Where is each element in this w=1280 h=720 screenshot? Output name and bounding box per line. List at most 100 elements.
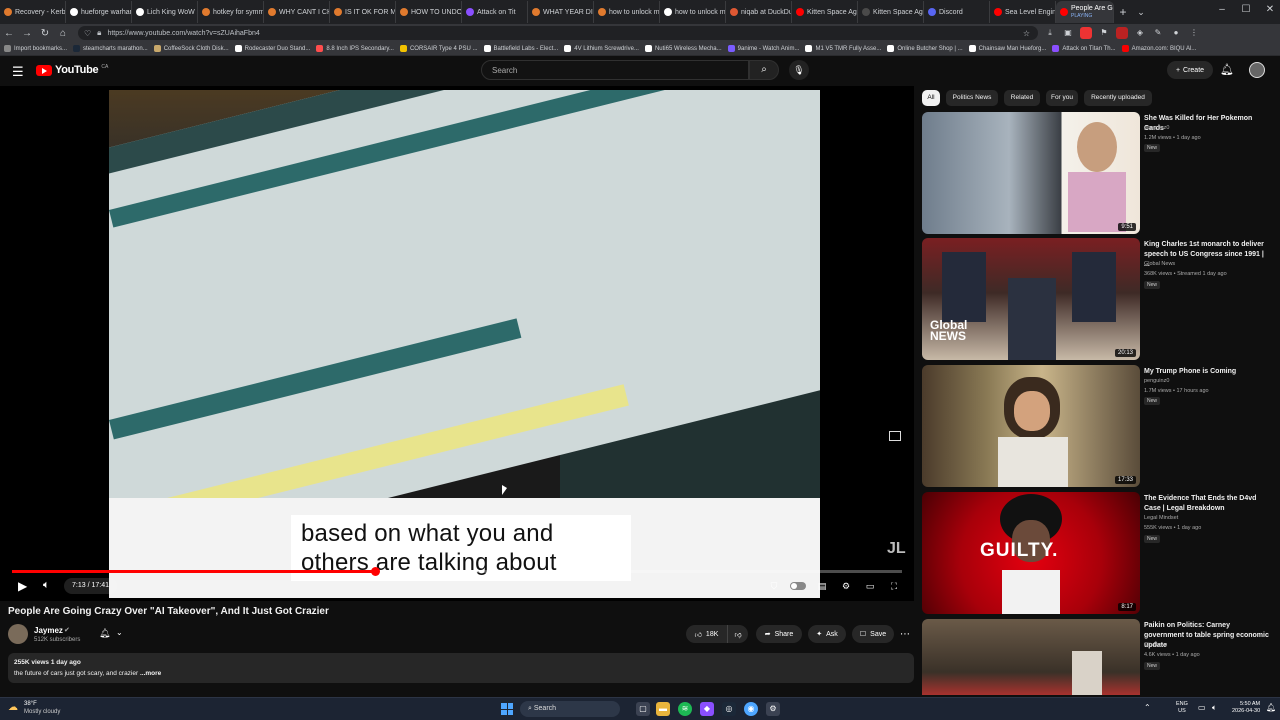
browser-tab[interactable]: WHAT YEAR DID [528, 1, 594, 23]
subtitles-icon[interactable]: ▤ [814, 578, 830, 594]
recommended-title[interactable]: My Trump Phone is Coming [1144, 367, 1270, 377]
extension-icon[interactable]: ▣ [1062, 27, 1074, 39]
browser-tab[interactable]: HOW TO UNDO I [396, 1, 462, 23]
channel-watermark[interactable]: JL [887, 540, 906, 558]
chip-all[interactable]: All [922, 90, 940, 106]
input-language[interactable]: ENG US [1176, 701, 1188, 715]
steam-icon[interactable]: ◎ [722, 702, 736, 716]
bookmark-item[interactable]: 9anime - Watch Anim... [727, 45, 799, 52]
task-view-icon[interactable]: ▢ [636, 702, 650, 716]
chevron-down-icon[interactable]: ⌄ [116, 628, 123, 637]
youtube-logo[interactable]: YouTube CA [36, 64, 108, 76]
recommended-title[interactable]: The Evidence That Ends the D4vd Case | L… [1144, 494, 1270, 514]
network-icon[interactable]: ▭ [1198, 703, 1206, 712]
home-icon[interactable]: ⌂ [54, 28, 72, 39]
app-icon[interactable]: ◆ [700, 702, 714, 716]
speaker-icon[interactable]: 🔈︎ [1212, 703, 1217, 713]
site-info-icon[interactable]: ♡ [84, 29, 91, 38]
miniplayer-icon[interactable] [889, 431, 901, 441]
bookmark-item[interactable]: Attack on Titan Th... [1052, 45, 1116, 52]
reload-icon[interactable]: ↻ [36, 28, 54, 39]
clock[interactable]: 5:50 AM 2026-04-30 [1232, 701, 1260, 715]
maximize-window-button[interactable]: ☐ [1236, 4, 1256, 15]
channel-name[interactable]: Jaymez [34, 626, 63, 635]
recommended-video[interactable]: Paikin on Politics: Carney government to… [922, 619, 1272, 695]
bookmark-star-icon[interactable]: ☆ [1023, 29, 1030, 38]
download-icon[interactable]: ⤓ [1044, 27, 1056, 39]
browser-tab[interactable]: WHY CANT I CHI [264, 1, 330, 23]
browser-tab[interactable]: Kitten Space Age [858, 1, 924, 23]
recommended-video[interactable]: GUILTY. 8:17 The Evidence That Ends the … [922, 492, 1272, 616]
bookmark-item[interactable]: M1 V5 TMR Fully Asse... [805, 45, 881, 52]
extension-icon-2[interactable]: ⚑ [1098, 27, 1110, 39]
video-thumbnail[interactable] [922, 619, 1140, 695]
settings-gear-icon[interactable]: ⚙ [838, 578, 854, 594]
back-icon[interactable]: ← [0, 28, 18, 39]
minimize-window-button[interactable]: – [1212, 4, 1232, 15]
profile-icon[interactable]: ● [1170, 27, 1182, 39]
browser-tab[interactable]: how to unlock m [660, 1, 726, 23]
recommended-video[interactable]: Global NEWS 20:13 King Charles 1st monar… [922, 238, 1272, 362]
browser-tab[interactable]: hotkey for symm [198, 1, 264, 23]
autoplay-toggle[interactable] [790, 582, 806, 590]
start-menu-icon[interactable] [501, 703, 513, 715]
fullscreen-icon[interactable]: ⛶ [886, 578, 902, 594]
bookmark-item[interactable]: Amazon.com: BIQU Al... [1121, 45, 1196, 52]
browser-tab[interactable]: Attack on Tit [462, 1, 528, 23]
chip-politics-news[interactable]: Politics News [946, 90, 998, 106]
weather-icon[interactable]: ☁ [8, 702, 18, 713]
recommended-channel[interactable]: penguinz0 [1144, 125, 1169, 131]
bookmark-item[interactable]: CORSAIR Type 4 PSU ... [399, 45, 478, 52]
bookmark-item[interactable]: Battlefield Labs - Elect... [483, 45, 558, 52]
video-thumbnail[interactable]: 17:33 [922, 365, 1140, 487]
description-box[interactable] [8, 653, 914, 683]
browser-icon[interactable]: ◉ [744, 702, 758, 716]
bookmark-item[interactable]: 4V Lithium Screwdrive... [564, 45, 639, 52]
ask-button[interactable]: ✦ Ask [808, 625, 846, 643]
notifications-bell-icon[interactable]: 🔔︎ [1220, 63, 1234, 76]
browser-tab[interactable]: Lich King WoW 2 [132, 1, 198, 23]
extension-icon-4[interactable]: ✎ [1152, 27, 1164, 39]
weather-temperature[interactable]: 38°F [24, 701, 37, 707]
save-button[interactable]: ☐ Save [852, 625, 894, 643]
browser-tab[interactable]: hueforge warhar [66, 1, 132, 23]
browser-tab[interactable]: Discord [924, 1, 990, 23]
bookmark-item[interactable]: CoffeeSock Cloth Disk... [153, 45, 229, 52]
video-thumbnail[interactable]: 9:51 [922, 112, 1140, 234]
bookmark-item[interactable]: Online Butcher Shop | ... [887, 45, 963, 52]
video-thumbnail[interactable]: GUILTY. 8:17 [922, 492, 1140, 614]
share-button[interactable]: ➦ Share [756, 625, 802, 643]
file-explorer-icon[interactable]: ▬ [656, 702, 670, 716]
recommended-title[interactable]: She Was Killed for Her Pokemon Cards [1144, 114, 1270, 134]
spotify-icon[interactable]: ≋ [678, 702, 692, 716]
recommended-channel[interactable]: penguinz0 [1144, 378, 1169, 384]
tray-overflow-chevron-icon[interactable]: ⌃ [1144, 703, 1151, 712]
dislike-button[interactable]: 👎︎ [728, 625, 748, 643]
chip-related[interactable]: Related [1004, 90, 1040, 106]
extension-youtube-icon[interactable] [1116, 27, 1128, 39]
bookmark-item[interactable]: Chainsaw Man Hueforg... [968, 45, 1046, 52]
more-actions-icon[interactable]: ⋯ [898, 625, 912, 643]
bookmark-item[interactable]: steamcharts marathon... [73, 45, 148, 52]
bookmark-item[interactable]: Nuti65 Wireless Mecha... [644, 45, 722, 52]
channel-avatar[interactable] [8, 624, 28, 644]
play-icon[interactable]: ▶ [18, 579, 27, 593]
tab-search-icon[interactable]: ⌄ [1132, 7, 1150, 18]
address-bar[interactable]: ♡ 🔒︎ https://www.youtube.com/watch?v=sZU… [78, 26, 1038, 40]
browser-tab[interactable]: niqab at DuckDu [726, 1, 792, 23]
sponsor-shield-icon[interactable]: ⛉ [766, 578, 782, 594]
settings-app-icon[interactable]: ⚙ [766, 702, 780, 716]
active-browser-tab[interactable]: People Are GoPLAYING✕ [1056, 1, 1114, 23]
bookmark-item[interactable]: Rodecaster Duo Stand... [234, 45, 310, 52]
create-button[interactable]: + Create [1167, 61, 1213, 79]
new-tab-button[interactable]: + [1114, 5, 1132, 19]
video-thumbnail[interactable]: Global NEWS 20:13 [922, 238, 1140, 360]
voice-search-button[interactable]: 🎙︎ [789, 60, 809, 80]
browser-tab[interactable]: IS IT OK FOR MY [330, 1, 396, 23]
forward-icon[interactable]: → [18, 28, 36, 39]
browser-menu-icon[interactable]: ⋮ [1188, 27, 1200, 39]
browser-tab[interactable]: Kitten Space Age [792, 1, 858, 23]
bookmark-item[interactable]: 8.8 Inch IPS Secondary... [316, 45, 394, 52]
recommended-channel[interactable]: Legal Mindset [1144, 515, 1178, 521]
theater-mode-icon[interactable]: ▭ [862, 578, 878, 594]
